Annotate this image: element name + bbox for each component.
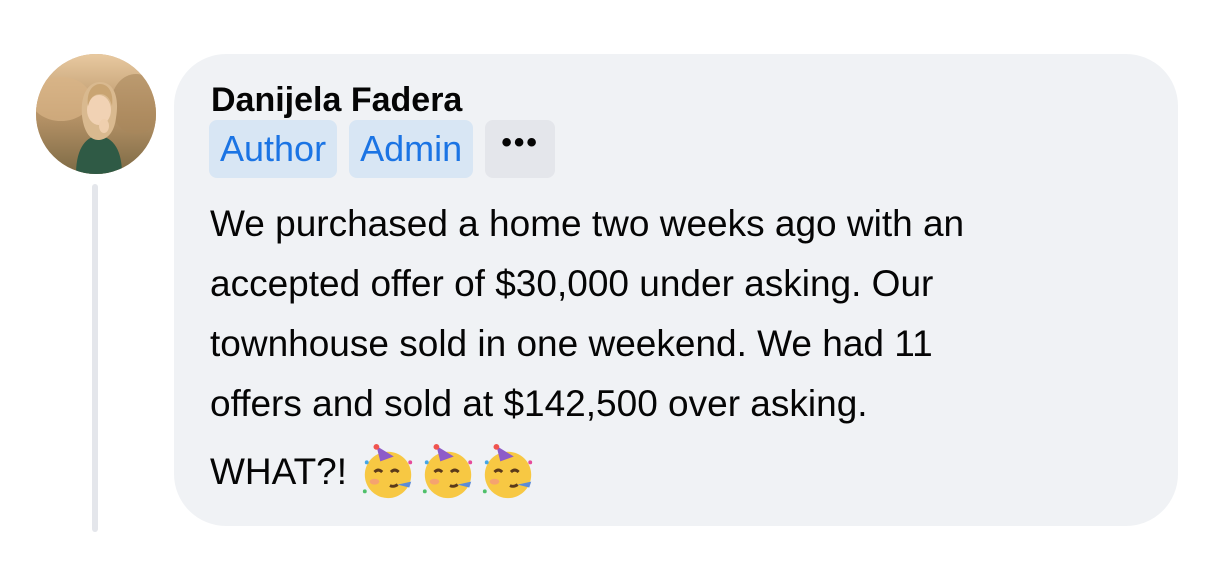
comment-line: offers and sold at $142,500 over asking. <box>210 383 868 424</box>
comment-bubble: Danijela Fadera Author Admin ••• We purc… <box>174 54 1178 526</box>
badge-row: Author Admin ••• <box>209 120 556 178</box>
admin-badge[interactable]: Admin <box>349 120 474 178</box>
partying-face-icon <box>362 443 413 499</box>
exclamation-text: WHAT?! <box>210 451 348 492</box>
more-icon: ••• <box>501 126 539 159</box>
profile-photo <box>36 54 156 174</box>
author-name[interactable]: Danijela Fadera <box>211 80 462 120</box>
comment-exclamation: WHAT?! <box>210 442 537 502</box>
partying-face-icon <box>482 443 533 499</box>
comment-line: townhouse sold in one weekend. We had 11 <box>210 323 933 364</box>
avatar[interactable] <box>36 54 156 174</box>
more-options-button[interactable]: ••• <box>485 120 556 178</box>
partying-face-icon <box>422 443 473 499</box>
thread-line <box>92 184 98 532</box>
comment-line: We purchased a home two weeks ago with a… <box>210 203 965 244</box>
comment-text: We purchased a home two weeks ago with a… <box>210 194 1160 434</box>
comment-line: accepted offer of $30,000 under asking. … <box>210 263 934 304</box>
author-badge[interactable]: Author <box>209 120 338 178</box>
